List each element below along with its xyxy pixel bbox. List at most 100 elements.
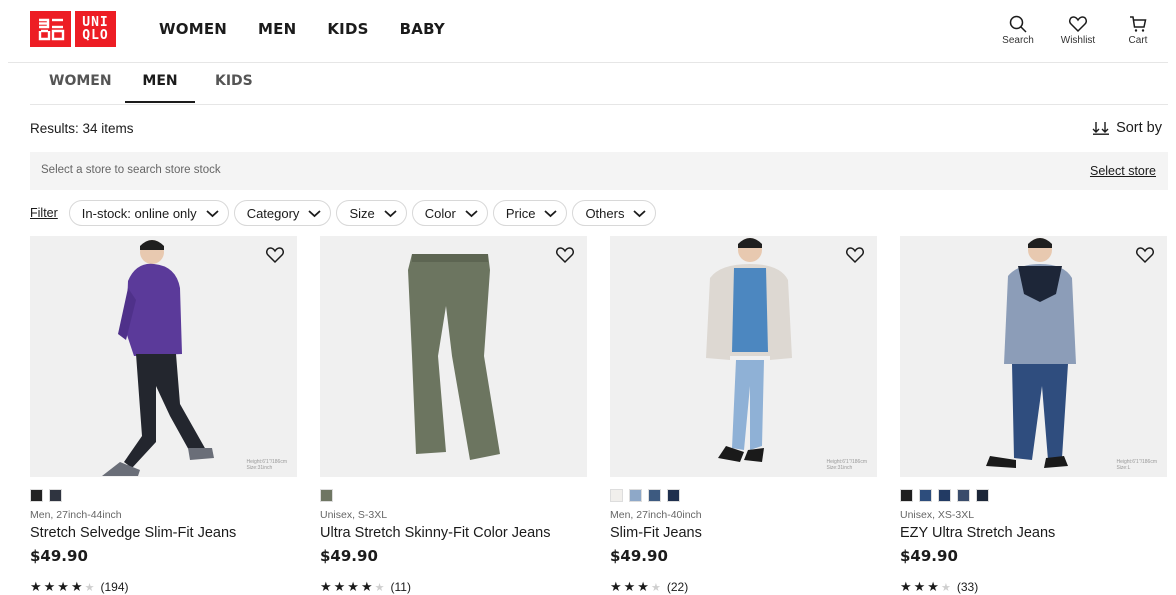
color-swatch[interactable] [629,489,642,502]
product-rating: ★★★★ ★ (11) [320,579,587,595]
color-swatch[interactable] [976,489,989,502]
top-header: UNI QLO WOMEN MEN KIDS BABY Search Wishl… [0,0,1176,62]
color-swatch[interactable] [900,489,913,502]
filter-bar: Filter In-stock: online only Category Si… [30,200,661,226]
model-size-note: Height:6'1"/186cm Size:L [1116,459,1157,471]
model-photo-purple-hoodie [102,240,214,476]
category-tabs: WOMEN MEN KIDS [30,63,1168,105]
product-price: $49.90 [30,547,88,565]
product-name[interactable]: Stretch Selvedge Slim-Fit Jeans [30,525,297,541]
product-name[interactable]: Slim-Fit Jeans [610,525,877,541]
logo-line-2: QLO [82,28,109,43]
chevron-down-icon [465,209,478,217]
search-icon [1009,15,1027,33]
filter-chip-category[interactable]: Category [233,200,332,226]
tab-kids[interactable]: KIDS [215,73,253,101]
filter-chip-instock[interactable]: In-stock: online only [68,200,229,226]
empty-star: ★ [650,581,663,594]
nav-kids[interactable]: KIDS [327,20,368,38]
color-swatch[interactable] [610,489,623,502]
product-card[interactable]: Height:6'1"/186cm Size:31inch Men, 27inc… [610,236,877,595]
nav-baby[interactable]: BABY [400,20,445,38]
store-hint: Select a store to search store stock [41,164,221,176]
wishlist-button[interactable]: Wishlist [1058,14,1098,46]
color-swatch[interactable] [648,489,661,502]
heart-icon [1069,16,1087,33]
sort-label: Sort by [1116,120,1162,136]
chip-label: Price [505,205,536,221]
filter-chip-color[interactable]: Color [411,200,488,226]
wishlist-heart-icon[interactable] [555,246,575,264]
review-count: (33) [956,580,979,594]
star-rating: ★★★★ [30,579,85,594]
sort-button[interactable]: Sort by [1092,120,1162,136]
star-rating: ★★★ [900,579,941,594]
product-meta: Men, 27inch-44inch [30,509,122,521]
product-meta: Unisex, XS-3XL [900,509,975,521]
tab-women[interactable]: WOMEN [49,73,112,101]
tab-men[interactable]: MEN [125,73,195,103]
wishlist-heart-icon[interactable] [265,246,285,264]
empty-star: ★ [374,581,387,594]
chevron-down-icon [384,209,397,217]
filter-chip-others[interactable]: Others [572,200,657,226]
main-nav: WOMEN MEN KIDS BABY [159,20,476,38]
chip-label: Others [585,205,625,221]
product-card[interactable]: Height:6'1"/186cm Size:L Unisex, XS-3XL … [900,236,1167,595]
product-card[interactable]: Height:6'1"/186cm Size:31inch Men, 27inc… [30,236,297,595]
color-swatch[interactable] [957,489,970,502]
product-name[interactable]: EZY Ultra Stretch Jeans [900,525,1167,541]
product-rating: ★★★★ ★ (194) [30,579,297,595]
review-count: (11) [390,580,411,594]
color-swatches [320,489,587,502]
nav-men[interactable]: MEN [258,20,296,38]
model-size-note: Height:6'1"/186cm Size:31inch [826,459,867,471]
product-price: $49.90 [320,547,378,565]
product-name[interactable]: Ultra Stretch Skinny-Fit Color Jeans [320,525,587,541]
product-photo-olive-jeans [408,254,500,460]
results-count: Results: 34 items [30,121,134,136]
model-photo-light-jacket [706,238,792,462]
chevron-down-icon [308,209,322,217]
empty-star: ★ [940,581,953,594]
cart-label: Cart [1128,35,1148,46]
cart-button[interactable]: Cart [1118,14,1158,46]
wishlist-heart-icon[interactable] [1135,246,1155,264]
color-swatches [30,489,297,502]
katakana-mark-icon [38,18,64,41]
filter-chip-size[interactable]: Size [336,200,407,226]
color-swatch[interactable] [30,489,43,502]
product-image[interactable]: Height:6'1"/186cm Size:L [900,236,1167,477]
chip-label: Category [246,205,300,221]
review-count: (22) [666,580,689,594]
select-store-link[interactable]: Select store [1090,164,1156,178]
header-actions: Search Wishlist Cart [998,14,1158,46]
nav-women[interactable]: WOMEN [159,20,227,38]
color-swatch[interactable] [938,489,951,502]
uniqlo-logo[interactable]: UNI QLO [30,11,117,47]
product-image[interactable] [320,236,587,477]
logo-katakana [30,11,71,47]
search-button[interactable]: Search [998,14,1038,46]
product-rating: ★★★ ★ (22) [610,579,877,595]
filter-link[interactable]: Filter [30,206,58,220]
wishlist-heart-icon[interactable] [845,246,865,264]
product-image[interactable]: Height:6'1"/186cm Size:31inch [610,236,877,477]
color-swatch[interactable] [667,489,680,502]
color-swatches [610,489,877,502]
color-swatch[interactable] [49,489,62,502]
wishlist-label: Wishlist [1060,35,1096,46]
logo-latin: UNI QLO [75,11,116,47]
color-swatch[interactable] [320,489,333,502]
star-rating: ★★★ [610,579,651,594]
product-image[interactable]: Height:6'1"/186cm Size:31inch [30,236,297,477]
model-photo-denim-shirt [986,238,1076,468]
color-swatches [900,489,1167,502]
product-price: $49.90 [900,547,958,565]
filter-chip-price[interactable]: Price [492,200,568,226]
product-card[interactable]: Unisex, S-3XL Ultra Stretch Skinny-Fit C… [320,236,587,595]
chevron-down-icon [544,209,558,217]
chip-label: In-stock: online only [81,205,197,221]
color-swatch[interactable] [919,489,932,502]
product-meta: Men, 27inch-40inch [610,509,702,521]
